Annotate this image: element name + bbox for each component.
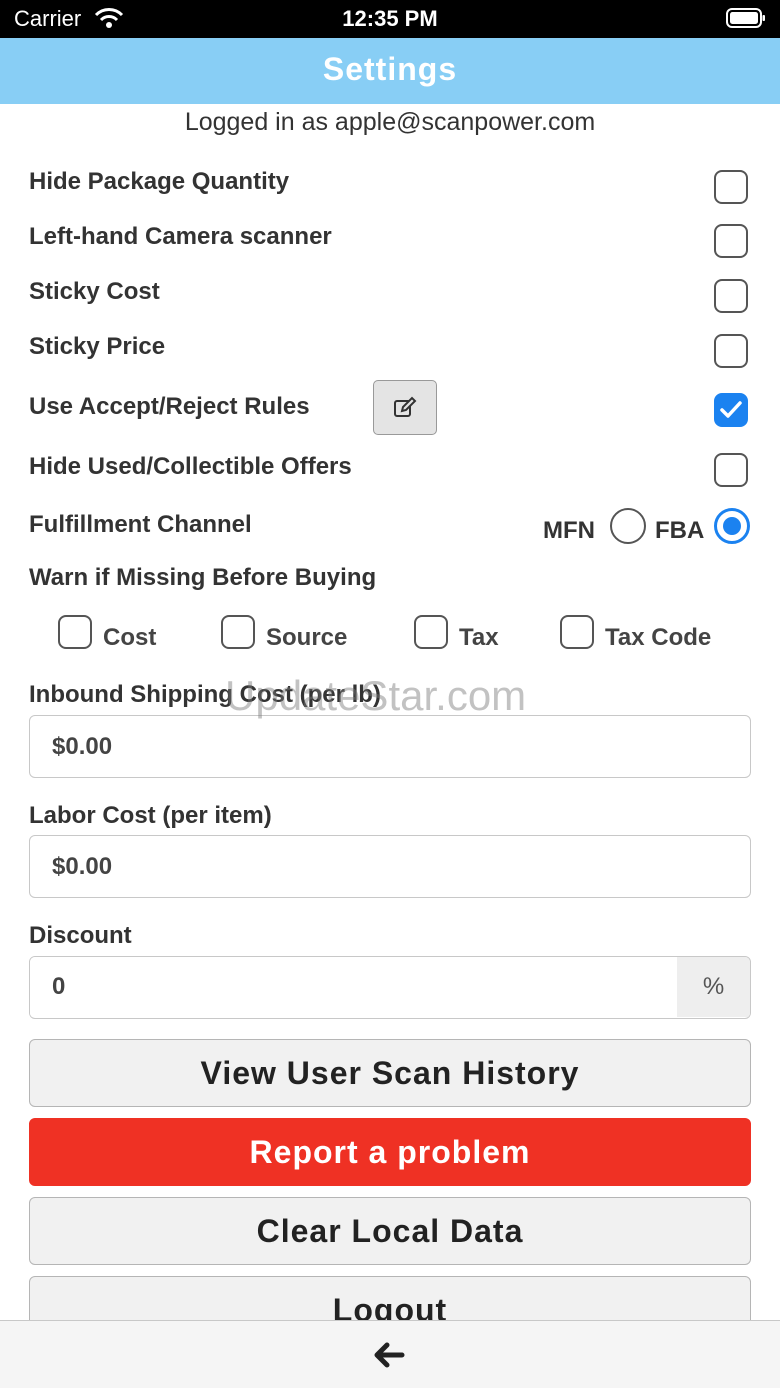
fba-radio[interactable] xyxy=(714,508,750,544)
hide-used-collectible-label: Hide Used/Collectible Offers xyxy=(29,453,352,480)
page-title: Settings xyxy=(322,51,458,87)
sticky-price-checkbox[interactable] xyxy=(714,334,748,368)
warn-source-label: Source xyxy=(266,624,348,651)
warn-tax-label: Tax xyxy=(459,624,499,651)
labor-cost-input[interactable] xyxy=(29,835,751,898)
discount-label: Discount xyxy=(29,922,132,949)
edit-rules-button[interactable] xyxy=(373,380,437,435)
sticky-cost-label: Sticky Cost xyxy=(29,278,160,305)
warn-tax-code-checkbox[interactable] xyxy=(560,615,594,649)
back-arrow-icon[interactable] xyxy=(372,1340,406,1370)
battery-icon xyxy=(726,8,765,28)
report-problem-button[interactable]: Report a problem xyxy=(29,1118,751,1186)
inbound-shipping-label: Inbound Shipping Cost (per lb) xyxy=(29,681,381,708)
accept-reject-rules-checkbox[interactable] xyxy=(714,393,748,427)
discount-field: % xyxy=(29,956,751,1019)
warn-tax-checkbox[interactable] xyxy=(414,615,448,649)
sticky-price-label: Sticky Price xyxy=(29,333,166,360)
header-bar: Settings xyxy=(0,38,780,104)
login-note: Logged in as apple@scanpower.com xyxy=(184,108,596,136)
left-hand-camera-scanner-label: Left-hand Camera scanner xyxy=(29,223,332,250)
fulfillment-channel-label: Fulfillment Channel xyxy=(29,511,252,538)
bottom-toolbar xyxy=(0,1320,780,1388)
status-bar: Carrier 12:35 PM xyxy=(0,0,780,38)
left-hand-camera-scanner-checkbox[interactable] xyxy=(714,224,748,258)
fba-label: FBA xyxy=(655,517,705,544)
view-scan-history-button[interactable]: View User Scan History xyxy=(29,1039,751,1107)
accept-reject-rules-label: Use Accept/Reject Rules xyxy=(29,393,310,420)
labor-cost-label: Labor Cost (per item) xyxy=(29,802,272,829)
warn-cost-label: Cost xyxy=(103,624,157,651)
mfn-radio[interactable] xyxy=(610,508,646,544)
hide-package-quantity-checkbox[interactable] xyxy=(714,170,748,204)
discount-input[interactable] xyxy=(30,957,678,1017)
edit-icon xyxy=(394,396,417,417)
warn-cost-checkbox[interactable] xyxy=(58,615,92,649)
clear-local-data-button[interactable]: Clear Local Data xyxy=(29,1197,751,1265)
checkmark-icon xyxy=(720,401,742,418)
percent-addon: % xyxy=(677,957,750,1017)
mfn-label: MFN xyxy=(543,517,595,544)
hide-used-collectible-checkbox[interactable] xyxy=(714,453,748,487)
clock: 12:35 PM xyxy=(342,6,438,31)
sticky-cost-checkbox[interactable] xyxy=(714,279,748,313)
warn-missing-label: Warn if Missing Before Buying xyxy=(29,564,377,591)
warn-tax-code-label: Tax Code xyxy=(605,624,712,651)
hide-package-quantity-label: Hide Package Quantity xyxy=(29,168,290,195)
inbound-shipping-input[interactable] xyxy=(29,715,751,778)
warn-source-checkbox[interactable] xyxy=(221,615,255,649)
